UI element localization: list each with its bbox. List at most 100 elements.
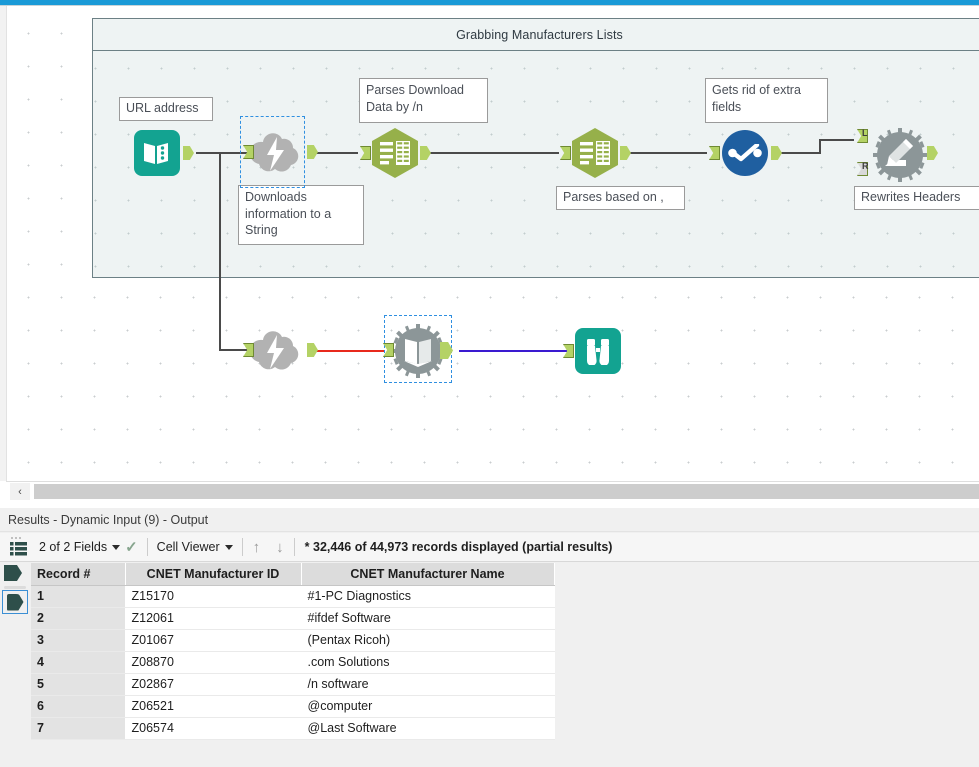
tool-download-top[interactable] [240,116,318,188]
table-row[interactable]: 7 Z06574 @Last Software [31,717,555,740]
workflow-canvas[interactable]: Grabbing Manufacturers Lists URL address… [0,6,979,481]
table-row[interactable]: 3 Z01067 (Pentax Ricoh) [31,629,555,652]
cloud-lightning-icon [246,326,304,378]
connection-parse1-to-parse2[interactable] [429,152,559,154]
table-row[interactable]: 5 Z02867 /n software [31,673,555,696]
connection-select-to-rename-h2[interactable] [819,139,854,141]
connection-trunk-vertical[interactable] [219,152,221,350]
canvas-horizontal-scrollbar[interactable]: ‹ [6,481,979,500]
check-icon[interactable]: ✓ [125,540,138,555]
field-list-icon[interactable] [6,536,32,558]
cell-manufacturer-name[interactable]: (Pentax Ricoh) [301,629,555,652]
annotation-parses-based-on[interactable]: Parses based on , [556,186,685,210]
cell-manufacturer-id[interactable]: Z06521 [125,695,302,718]
dynamic-input-glyph [391,324,445,378]
column-header-manufacturer-id[interactable]: CNET Manufacturer ID [125,563,302,586]
cell-record[interactable]: 6 [31,695,126,718]
table-row[interactable]: 4 Z08870 .com Solutions [31,651,555,674]
column-header-record[interactable]: Record # [31,563,126,586]
text-to-columns-icon [572,128,618,178]
table-row[interactable]: 1 Z15170 #1-PC Diagnostics [31,585,555,608]
annotation-url-address[interactable]: URL address [119,97,213,121]
text-to-columns-glyph [580,141,610,165]
cell-record[interactable]: 4 [31,651,126,674]
cell-manufacturer-name[interactable]: /n software [301,673,555,696]
fields-dropdown-label: 2 of 2 Fields [39,540,108,554]
dynamic-input-icon [390,323,445,378]
cell-manufacturer-id[interactable]: Z06574 [125,717,302,740]
annotation-parses-download-data[interactable]: Parses Download Data by /n [359,78,488,123]
text-to-columns-icon [372,128,418,178]
tool-container-title: Grabbing Manufacturers Lists [456,27,623,42]
output-connector[interactable] [307,343,318,357]
results-grid[interactable]: Record # CNET Manufacturer ID CNET Manuf… [0,563,979,767]
cell-manufacturer-id[interactable]: Z02867 [125,673,302,696]
cell-manufacturer-name[interactable]: @Last Software [301,717,555,740]
cloud-lightning-glyph [249,133,299,172]
connection-download-to-dynamicinput[interactable] [313,350,384,352]
cell-record[interactable]: 5 [31,673,126,696]
cell-manufacturer-id[interactable]: Z01067 [125,629,302,652]
cloud-lightning-icon [246,128,304,180]
results-table[interactable]: Record # CNET Manufacturer ID CNET Manuf… [31,563,555,740]
dynamic-rename-icon [872,127,927,182]
input-connector[interactable] [563,344,574,358]
tool-text-to-columns-1[interactable] [360,128,431,178]
tool-download-bottom[interactable] [243,326,318,378]
selected-row-marker[interactable] [2,590,28,614]
tool-text-to-columns-2[interactable] [560,128,631,178]
table-row[interactable]: 2 Z12061 #ifdef Software [31,607,555,630]
input-connector[interactable] [709,146,720,160]
tool-text-input[interactable] [134,130,194,176]
connection-parse2-to-select[interactable] [625,152,707,154]
cell-record[interactable]: 2 [31,607,126,630]
cell-viewer-dropdown[interactable]: Cell Viewer [150,533,240,561]
connection-dynamicinput-to-browse[interactable] [459,350,574,352]
annotation-rewrites-headers[interactable]: Rewrites Headers [854,186,979,210]
column-header-manufacturer-name[interactable]: CNET Manufacturer Name [301,563,555,586]
chevron-down-icon [224,544,233,550]
output-connector[interactable] [927,146,938,160]
scroll-down-button[interactable]: ↓ [268,540,292,555]
cell-manufacturer-id[interactable]: Z08870 [125,651,302,674]
cell-record[interactable]: 3 [31,629,126,652]
cell-viewer-label: Cell Viewer [156,540,220,554]
binoculars-glyph [587,339,609,365]
output-connector[interactable] [440,342,453,359]
cell-manufacturer-name[interactable]: @computer [301,695,555,718]
output-connector[interactable] [183,146,194,160]
cell-manufacturer-id[interactable]: Z15170 [125,585,302,608]
output-connector[interactable] [307,145,318,159]
input-connector[interactable] [560,146,571,160]
cell-record[interactable]: 7 [31,717,126,740]
output-connector[interactable] [420,146,431,160]
scrollbar-track[interactable] [34,484,979,499]
tool-select[interactable] [709,130,782,176]
select-check-icon [722,130,768,176]
input-connector[interactable] [383,343,394,357]
input-connector[interactable] [360,146,371,160]
chevron-down-icon [112,544,121,550]
annotation-text: Parses based on , [563,190,664,204]
annotation-downloads-info[interactable]: Downloads information to a String [238,185,364,245]
cell-manufacturer-name[interactable]: #1-PC Diagnostics [301,585,555,608]
input-connector[interactable] [243,145,254,159]
output-connector[interactable] [620,146,631,160]
connector-label-left: L [862,128,868,138]
cell-manufacturer-name[interactable]: #ifdef Software [301,607,555,630]
tool-browse[interactable] [563,328,621,374]
tool-container[interactable]: Grabbing Manufacturers Lists [92,18,979,278]
toolbar-divider [293,538,295,556]
scroll-left-button[interactable]: ‹ [10,483,30,500]
annotation-gets-rid-of-extra-fields[interactable]: Gets rid of extra fields [705,78,828,123]
table-row[interactable]: 6 Z06521 @computer [31,695,555,718]
connection-download-to-parse1[interactable] [314,152,358,154]
connection-select-to-rename-v[interactable] [819,139,821,154]
input-connector[interactable] [243,343,254,357]
cell-manufacturer-id[interactable]: Z12061 [125,607,302,630]
output-connector[interactable] [771,146,782,160]
fields-dropdown[interactable]: 2 of 2 Fields ✓ [32,533,145,561]
cell-record[interactable]: 1 [31,585,126,608]
scroll-up-button[interactable]: ↑ [245,540,269,555]
cell-manufacturer-name[interactable]: .com Solutions [301,651,555,674]
